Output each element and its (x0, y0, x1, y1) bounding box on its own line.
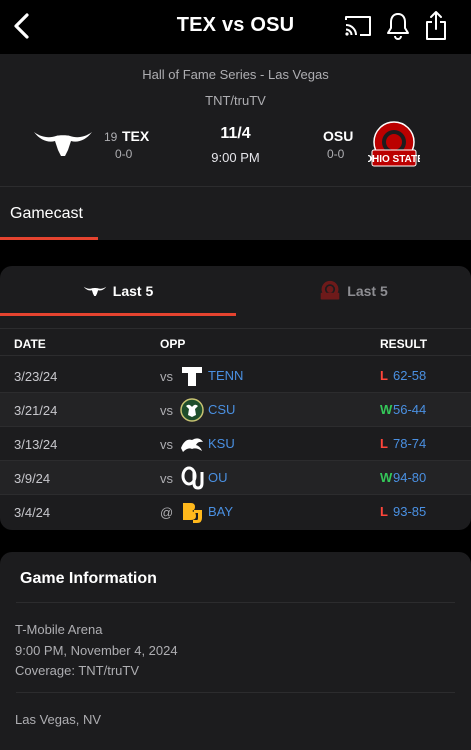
home-away-indicator: vs (160, 403, 173, 418)
share-icon (426, 11, 446, 40)
table-row[interactable]: 3/21/24 vs CSU W 56-44 (0, 393, 471, 427)
game-datetime: 9:00 PM, November 4, 2024 (15, 643, 178, 658)
broadcast-network: TNT/truTV (205, 93, 266, 108)
home-away-indicator: @ (160, 505, 174, 520)
section-title: Game Information (20, 570, 157, 587)
active-tab-indicator (0, 237, 98, 240)
table-row[interactable]: 3/13/24 vs KSU L 78-74 (0, 427, 471, 461)
column-date: DATE (14, 337, 46, 351)
game-date: 3/23/24 (14, 369, 58, 384)
share-button[interactable] (420, 10, 452, 42)
svg-text:OHIO STATE: OHIO STATE (368, 154, 420, 165)
series-name: Hall of Fame Series - Las Vegas (142, 67, 329, 82)
home-team-record: 0-0 (327, 147, 345, 161)
last-five-card: Last 5 Last 5 DATE OPP RESULT 3/23/24 vs… (0, 266, 471, 530)
active-team-tab-indicator (0, 313, 236, 316)
ohio-state-logo (320, 280, 340, 300)
game-date: 3/13/24 (14, 437, 58, 452)
game-score-link[interactable]: 56-44 (393, 402, 426, 417)
home-away-indicator: vs (160, 369, 173, 384)
game-tabs: Gamecast (0, 186, 471, 240)
table-header: DATE OPP RESULT (0, 328, 471, 356)
alerts-button[interactable] (382, 10, 414, 42)
ohio-state-logo[interactable]: OHIO STATE (364, 120, 424, 172)
game-header: Hall of Fame Series - Las Vegas TNT/truT… (0, 54, 471, 186)
table-row[interactable]: 3/23/24 vs TENN L 62-58 (0, 359, 471, 393)
result-indicator: L (380, 368, 388, 383)
opponent-link[interactable]: KSU (208, 436, 235, 451)
game-date: 3/9/24 (14, 471, 51, 486)
longhorn-logo (83, 286, 106, 297)
result-indicator: L (380, 436, 388, 451)
game-score-link[interactable]: 62-58 (393, 368, 426, 383)
result-indicator: W (380, 470, 393, 485)
coverage: Coverage: TNT/truTV (15, 663, 140, 678)
top-nav-bar: TEX vs OSU (0, 0, 471, 54)
baylor-logo (183, 503, 202, 523)
game-score-link[interactable]: 78-74 (393, 436, 426, 451)
opponent-link[interactable]: BAY (208, 504, 233, 519)
oklahoma-logo (181, 466, 204, 490)
tab-gamecast[interactable]: Gamecast (10, 205, 83, 223)
tab-last5-tex[interactable]: Last 5 (0, 266, 236, 316)
table-row[interactable]: 3/4/24 @ BAY L 93-85 (0, 495, 471, 529)
game-date: 3/21/24 (14, 403, 58, 418)
opponent-link[interactable]: CSU (208, 402, 235, 417)
game-information-card: Game Information T-Mobile Arena 9:00 PM,… (0, 552, 471, 750)
game-date: 3/4/24 (14, 505, 51, 520)
column-opp: OPP (160, 337, 186, 351)
tab-last5-osu[interactable]: Last 5 (236, 266, 471, 316)
game-score-link[interactable]: 93-85 (393, 504, 426, 519)
cast-button[interactable] (342, 10, 374, 42)
location: Las Vegas, NV (15, 712, 101, 727)
opponent-link[interactable]: TENN (208, 368, 243, 383)
venue-name: T-Mobile Arena (15, 622, 103, 637)
kansas-state-logo (181, 438, 203, 452)
table-row[interactable]: 3/9/24 vs OU W 94-80 (0, 461, 471, 495)
cast-icon (345, 16, 371, 36)
opponent-link[interactable]: OU (208, 470, 228, 485)
divider (16, 602, 455, 603)
tab-label: Last 5 (347, 283, 388, 299)
bell-icon (387, 13, 409, 40)
home-away-indicator: vs (160, 437, 173, 452)
divider (16, 692, 455, 693)
tennessee-logo (182, 367, 202, 386)
home-away-indicator: vs (160, 471, 173, 486)
result-indicator: L (380, 504, 388, 519)
column-result: RESULT (380, 337, 428, 351)
colorado-state-logo (180, 398, 204, 422)
result-indicator: W (380, 402, 393, 417)
tab-label: Last 5 (112, 283, 154, 299)
game-score-link[interactable]: 94-80 (393, 470, 426, 485)
home-team-abbr[interactable]: OSU (323, 128, 353, 144)
